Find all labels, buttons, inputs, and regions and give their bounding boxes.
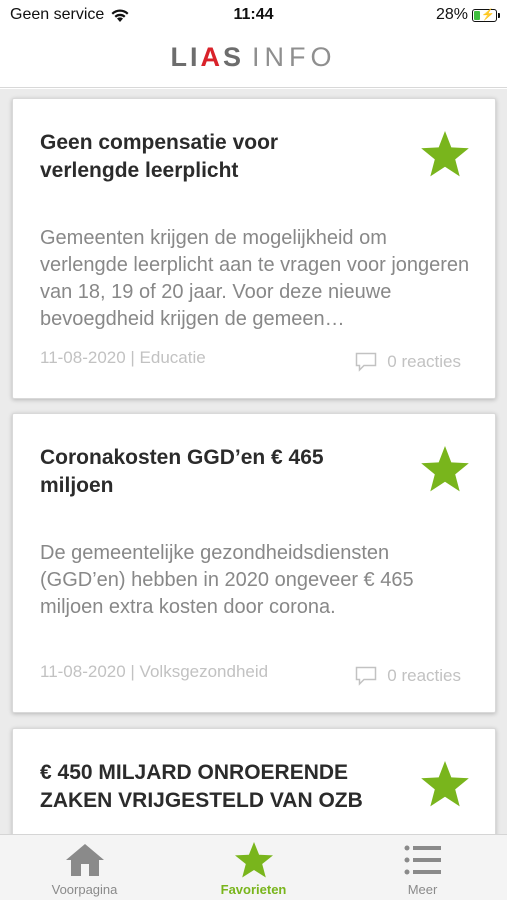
status-bar: Geen service 11:44 28% ⚡: [0, 0, 507, 30]
logo-accent-letter: A: [200, 42, 223, 72]
comment-icon: [356, 666, 377, 686]
bolt-icon: ⚡: [481, 8, 495, 21]
battery-level-fill: [474, 10, 481, 20]
article-reacties[interactable]: 0 reacties: [355, 352, 461, 372]
tab-label: Voorpagina: [51, 882, 118, 897]
favorite-star-icon[interactable]: [419, 759, 471, 809]
favorite-star-icon[interactable]: [419, 444, 471, 494]
article-card[interactable]: Geen compensatie voor verlengde leerplic…: [12, 98, 496, 399]
tab-meer[interactable]: Meer: [338, 835, 507, 900]
tab-favorieten[interactable]: Favorieten: [169, 835, 338, 900]
app-header: LIAS INFO: [0, 30, 507, 88]
comment-icon: [356, 352, 377, 372]
lias-info-logo: LIAS INFO: [0, 42, 507, 73]
favorite-star-icon[interactable]: [419, 129, 471, 179]
article-meta: 11-08-2020 | Volksgezondheid: [40, 662, 269, 681]
status-right: 28% ⚡: [435, 6, 500, 24]
tab-label: Favorieten: [220, 882, 287, 897]
article-excerpt: Gemeenten krijgen de mogelijkheid om ver…: [40, 227, 470, 330]
article-card[interactable]: Coronakosten GGD’en € 465 miljoen De gem…: [12, 413, 496, 713]
reacties-count: 0 reacties: [387, 666, 461, 685]
tab-label: Meer: [407, 882, 438, 897]
article-card[interactable]: € 450 MILJARD ONROERENDE ZAKEN VRIJGESTE…: [12, 728, 496, 834]
battery-percent: 28%: [435, 6, 468, 23]
clock: 11:44: [233, 6, 274, 23]
tab-voorpagina[interactable]: Voorpagina: [0, 835, 169, 900]
menu-icon: [404, 845, 441, 875]
article-title[interactable]: Coronakosten GGD’en € 465 miljoen: [40, 444, 340, 500]
article-excerpt: De gemeentelijke gezondheidsdiensten (GG…: [40, 542, 414, 618]
article-title[interactable]: Geen compensatie voor verlengde leerplic…: [40, 129, 340, 185]
reacties-count: 0 reacties: [387, 352, 461, 371]
battery-charging-icon: ⚡: [472, 8, 500, 22]
article-reacties[interactable]: 0 reacties: [355, 666, 461, 686]
tab-bar: Voorpagina Favorieten Meer: [0, 834, 507, 900]
logo-brand: LIAS: [170, 42, 244, 72]
article-feed[interactable]: Geen compensatie voor verlengde leerplic…: [0, 89, 507, 834]
logo-suffix: INFO: [252, 42, 337, 72]
star-icon: [234, 842, 273, 878]
article-title[interactable]: € 450 MILJARD ONROERENDE ZAKEN VRIJGESTE…: [40, 759, 420, 815]
home-icon: [65, 844, 104, 876]
article-meta: 11-08-2020 | Educatie: [40, 348, 206, 367]
